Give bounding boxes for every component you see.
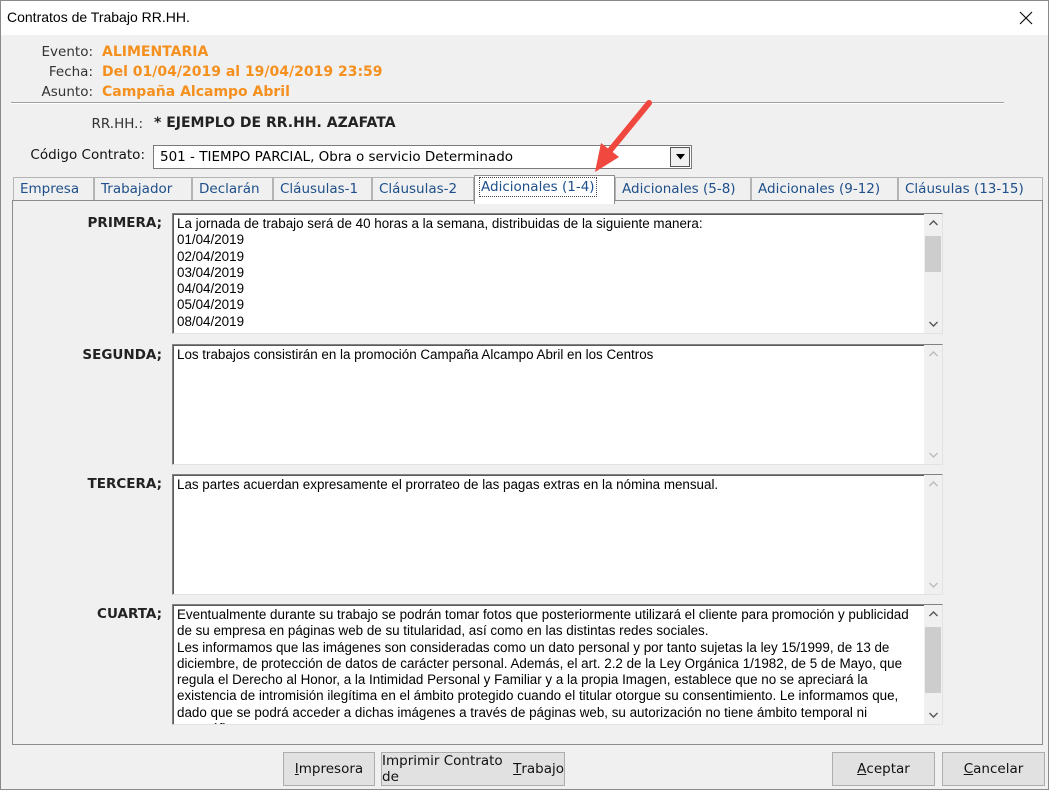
scroll-thumb[interactable] — [925, 236, 941, 272]
scroll-up-icon[interactable] — [924, 345, 942, 363]
scroll-down-icon[interactable] — [924, 576, 942, 594]
codigo-contrato-value: 501 - TIEMPO PARCIAL, Obra o servicio De… — [160, 149, 514, 165]
cancelar-button[interactable]: Cancelar — [942, 752, 1045, 786]
segunda-label: SEGUNDA; — [82, 347, 162, 363]
primera-text: La jornada de trabajo será de 40 horas a… — [177, 216, 703, 329]
scroll-up-icon[interactable] — [924, 475, 942, 493]
tercera-scrollbar[interactable] — [924, 475, 942, 594]
primera-scrollbar[interactable] — [924, 214, 942, 333]
primera-textarea[interactable]: La jornada de trabajo será de 40 horas a… — [172, 213, 943, 334]
header-divider — [11, 102, 1004, 104]
tab-adicionales-9-12[interactable]: Adicionales (9-12) — [751, 177, 898, 201]
fecha-value: Del 01/04/2019 al 19/04/2019 23:59 — [102, 64, 383, 80]
tab-clausulas-2[interactable]: Cláusulas-2 — [372, 177, 474, 201]
segunda-text: Los trabajos consistirán en la promoción… — [177, 347, 654, 362]
cuarta-label: CUARTA; — [97, 606, 162, 622]
cuarta-text: Eventualmente durante su trabajo se podr… — [177, 607, 909, 724]
chevron-down-icon[interactable] — [670, 147, 690, 167]
scroll-up-icon[interactable] — [924, 214, 942, 232]
evento-label: Evento: — [41, 44, 93, 60]
rrhh-label: RR.HH.: — [91, 116, 143, 132]
window-title: Contratos de Trabajo RR.HH. — [7, 9, 190, 25]
imprimir-contrato-button[interactable]: Imprimir Contrato de Trabajo — [381, 752, 565, 786]
tab-empresa[interactable]: Empresa — [13, 177, 94, 201]
tercera-label: TERCERA; — [87, 476, 162, 492]
cuarta-textarea[interactable]: Eventualmente durante su trabajo se podr… — [172, 604, 943, 725]
close-icon[interactable] — [1003, 1, 1048, 35]
aceptar-button[interactable]: Aceptar — [832, 752, 935, 786]
tab-clausulas-1[interactable]: Cláusulas-1 — [273, 177, 372, 201]
scroll-down-icon[interactable] — [924, 315, 942, 333]
evento-value: ALIMENTARIA — [102, 44, 209, 60]
contracts-window: Contratos de Trabajo RR.HH. Evento: ALIM… — [0, 0, 1049, 790]
scroll-down-icon[interactable] — [924, 446, 942, 464]
scroll-thumb[interactable] — [925, 627, 941, 693]
tab-adicionales-5-8[interactable]: Adicionales (5-8) — [615, 177, 751, 201]
codigo-contrato-label: Código Contrato: — [30, 147, 145, 163]
segunda-textarea[interactable]: Los trabajos consistirán en la promoción… — [172, 344, 943, 465]
rrhh-value: * EJEMPLO DE RR.HH. AZAFATA — [154, 115, 396, 131]
asunto-label: Asunto: — [41, 84, 93, 100]
segunda-scrollbar[interactable] — [924, 345, 942, 464]
primera-label: PRIMERA; — [87, 215, 162, 231]
impresora-button[interactable]: Impresora — [283, 752, 375, 786]
tercera-textarea[interactable]: Las partes acuerdan expresamente el pror… — [172, 474, 943, 595]
scroll-up-icon[interactable] — [924, 605, 942, 623]
asunto-value: Campaña Alcampo Abril — [102, 84, 290, 100]
codigo-contrato-select[interactable]: 501 - TIEMPO PARCIAL, Obra o servicio De… — [153, 145, 692, 169]
tercera-text: Las partes acuerdan expresamente el pror… — [177, 477, 719, 492]
cuarta-scrollbar[interactable] — [924, 605, 942, 724]
tab-clausulas-13-15[interactable]: Cláusulas (13-15) — [898, 177, 1043, 201]
tab-declaran[interactable]: Declarán — [192, 177, 273, 201]
tab-adicionales-1-4[interactable]: Adicionales (1-4) — [474, 175, 615, 204]
fecha-label: Fecha: — [48, 64, 93, 80]
title-bar: Contratos de Trabajo RR.HH. — [1, 1, 1048, 35]
tab-trabajador[interactable]: Trabajador — [94, 177, 192, 201]
scroll-down-icon[interactable] — [924, 706, 942, 724]
